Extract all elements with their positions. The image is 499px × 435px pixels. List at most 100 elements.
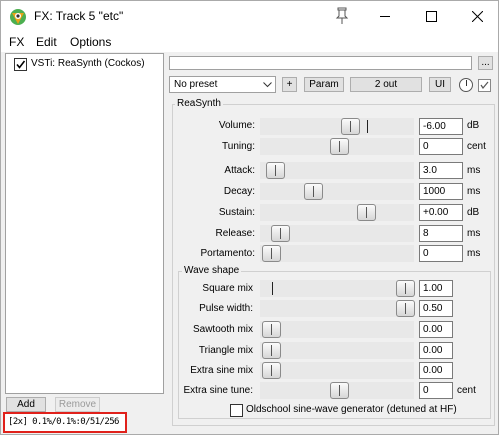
bypass-checkmark-icon[interactable] xyxy=(478,79,491,92)
tuning-unit: cent xyxy=(467,141,486,152)
portamento-unit: ms xyxy=(467,248,481,259)
decay-unit: ms xyxy=(467,186,481,197)
wet-knob-icon[interactable] xyxy=(459,78,473,92)
portamento-value-field[interactable]: 0 xyxy=(419,245,463,262)
sustain-unit: dB xyxy=(467,207,480,218)
plugin-enable-checkbox[interactable] xyxy=(14,58,27,71)
param-label: Extra sine mix xyxy=(190,365,253,376)
extra-sine-mix-value-field[interactable]: 0.00 xyxy=(419,362,453,379)
slider-thumb[interactable] xyxy=(396,280,415,297)
param-label: Triangle mix xyxy=(198,345,253,356)
attack-slider[interactable] xyxy=(260,162,414,179)
add-preset-button[interactable]: + xyxy=(282,77,297,92)
minimize-button[interactable] xyxy=(363,1,409,32)
attack-value-field[interactable]: 3.0 xyxy=(419,162,463,179)
slider-thumb[interactable] xyxy=(396,300,415,317)
slider-thumb[interactable] xyxy=(271,225,290,242)
tuning-slider[interactable] xyxy=(260,138,414,155)
extra-sine-mix-slider[interactable] xyxy=(260,362,414,379)
fx-chain-list[interactable]: VSTi: ReaSynth (Cockos) xyxy=(5,53,164,394)
tuning-value-field[interactable]: 0 xyxy=(419,138,463,155)
zero-marker xyxy=(272,282,273,295)
oldschool-label: Oldschool sine-wave generator (detuned a… xyxy=(246,404,457,415)
slider-thumb[interactable] xyxy=(330,382,349,399)
performance-status: [2x] 0.1%/0.1%:0/51/256 xyxy=(8,417,119,427)
plugin-name: VSTi: ReaSynth (Cockos) xyxy=(31,58,145,69)
menu-edit[interactable]: Edit xyxy=(36,35,57,49)
param-label: Release: xyxy=(215,228,255,239)
volume-value-field[interactable]: -6.00 xyxy=(419,118,463,135)
slider-thumb[interactable] xyxy=(262,342,281,359)
add-button[interactable]: Add xyxy=(6,397,46,412)
extra-sine-tune-slider[interactable] xyxy=(260,382,414,399)
oldschool-checkbox[interactable] xyxy=(230,404,243,417)
maximize-icon xyxy=(426,11,437,22)
sustain-slider[interactable] xyxy=(260,204,414,221)
sustain-value-field[interactable]: +0.00 xyxy=(419,204,463,221)
portamento-slider[interactable] xyxy=(260,245,414,262)
attack-unit: ms xyxy=(467,165,481,176)
triangle-mix-value-field[interactable]: 0.00 xyxy=(419,342,453,359)
volume-unit: dB xyxy=(467,120,480,131)
param-label: Volume: xyxy=(218,120,255,131)
triangle-mix-slider[interactable] xyxy=(260,342,414,359)
preset-dropdown-label: No preset xyxy=(174,79,218,90)
minimize-icon xyxy=(380,16,390,17)
slider-thumb[interactable] xyxy=(341,118,360,135)
preset-dropdown[interactable]: No preset xyxy=(169,76,276,93)
param-label: Pulse width: xyxy=(199,303,253,314)
square-mix-value-field[interactable]: 1.00 xyxy=(419,280,453,297)
title-bar[interactable]: FX: Track 5 "etc" xyxy=(1,1,498,32)
menu-options[interactable]: Options xyxy=(70,35,111,49)
slider-thumb[interactable] xyxy=(330,138,349,155)
status-badge: [2x] 0.1%/0.1%:0/51/256 xyxy=(3,412,127,433)
close-icon xyxy=(472,11,483,22)
param-label: Portamento: xyxy=(200,248,255,259)
param-label: Attack: xyxy=(224,165,255,176)
slider-thumb[interactable] xyxy=(262,321,281,338)
remove-button[interactable]: Remove xyxy=(55,397,100,412)
group-title: ReaSynth xyxy=(175,98,223,109)
menu-fx[interactable]: FX xyxy=(9,35,24,49)
sawtooth-mix-value-field[interactable]: 0.00 xyxy=(419,321,453,338)
slider-thumb[interactable] xyxy=(262,362,281,379)
param-button[interactable]: Param xyxy=(304,77,344,92)
pulse-width-slider[interactable] xyxy=(260,300,415,317)
pin-icon[interactable] xyxy=(334,7,350,25)
window-title: FX: Track 5 "etc" xyxy=(34,9,124,23)
param-label: Sawtooth mix xyxy=(192,324,253,335)
checkmark-icon xyxy=(16,60,26,69)
release-value-field[interactable]: 8 xyxy=(419,225,463,242)
decay-value-field[interactable]: 1000 xyxy=(419,183,463,200)
close-button[interactable] xyxy=(455,1,499,32)
param-label: Square mix xyxy=(202,283,253,294)
maximize-button[interactable] xyxy=(409,1,455,32)
release-slider[interactable] xyxy=(260,225,414,242)
param-label: Extra sine tune: xyxy=(183,385,253,396)
sawtooth-mix-slider[interactable] xyxy=(260,321,414,338)
param-label: Sustain: xyxy=(218,207,255,218)
volume-slider[interactable] xyxy=(260,118,414,135)
preset-name-field[interactable] xyxy=(169,56,472,70)
ui-button[interactable]: UI xyxy=(429,77,451,92)
param-label: Tuning: xyxy=(222,141,255,152)
chevron-down-icon xyxy=(263,82,272,88)
unity-marker xyxy=(367,120,368,133)
slider-thumb[interactable] xyxy=(357,204,376,221)
pulse-width-value-field[interactable]: 0.50 xyxy=(419,300,453,317)
square-mix-slider[interactable] xyxy=(260,280,415,297)
extra-sine-tune-value-field[interactable]: 0 xyxy=(419,382,453,399)
menu-bar: FX Edit Options xyxy=(1,32,498,52)
extra-sine-tune-unit: cent xyxy=(457,385,476,396)
slider-thumb[interactable] xyxy=(304,183,323,200)
reaper-logo-icon xyxy=(10,9,26,25)
fx-window: FX: Track 5 "etc" FX Edit Options VSTi: … xyxy=(0,0,499,435)
wave-shape-title: Wave shape xyxy=(182,265,242,276)
slider-thumb[interactable] xyxy=(262,245,281,262)
param-label: Decay: xyxy=(223,186,255,197)
release-unit: ms xyxy=(467,228,481,239)
more-button[interactable]: ... xyxy=(478,56,493,70)
io-button[interactable]: 2 out xyxy=(350,77,422,92)
decay-slider[interactable] xyxy=(260,183,414,200)
slider-thumb[interactable] xyxy=(266,162,285,179)
